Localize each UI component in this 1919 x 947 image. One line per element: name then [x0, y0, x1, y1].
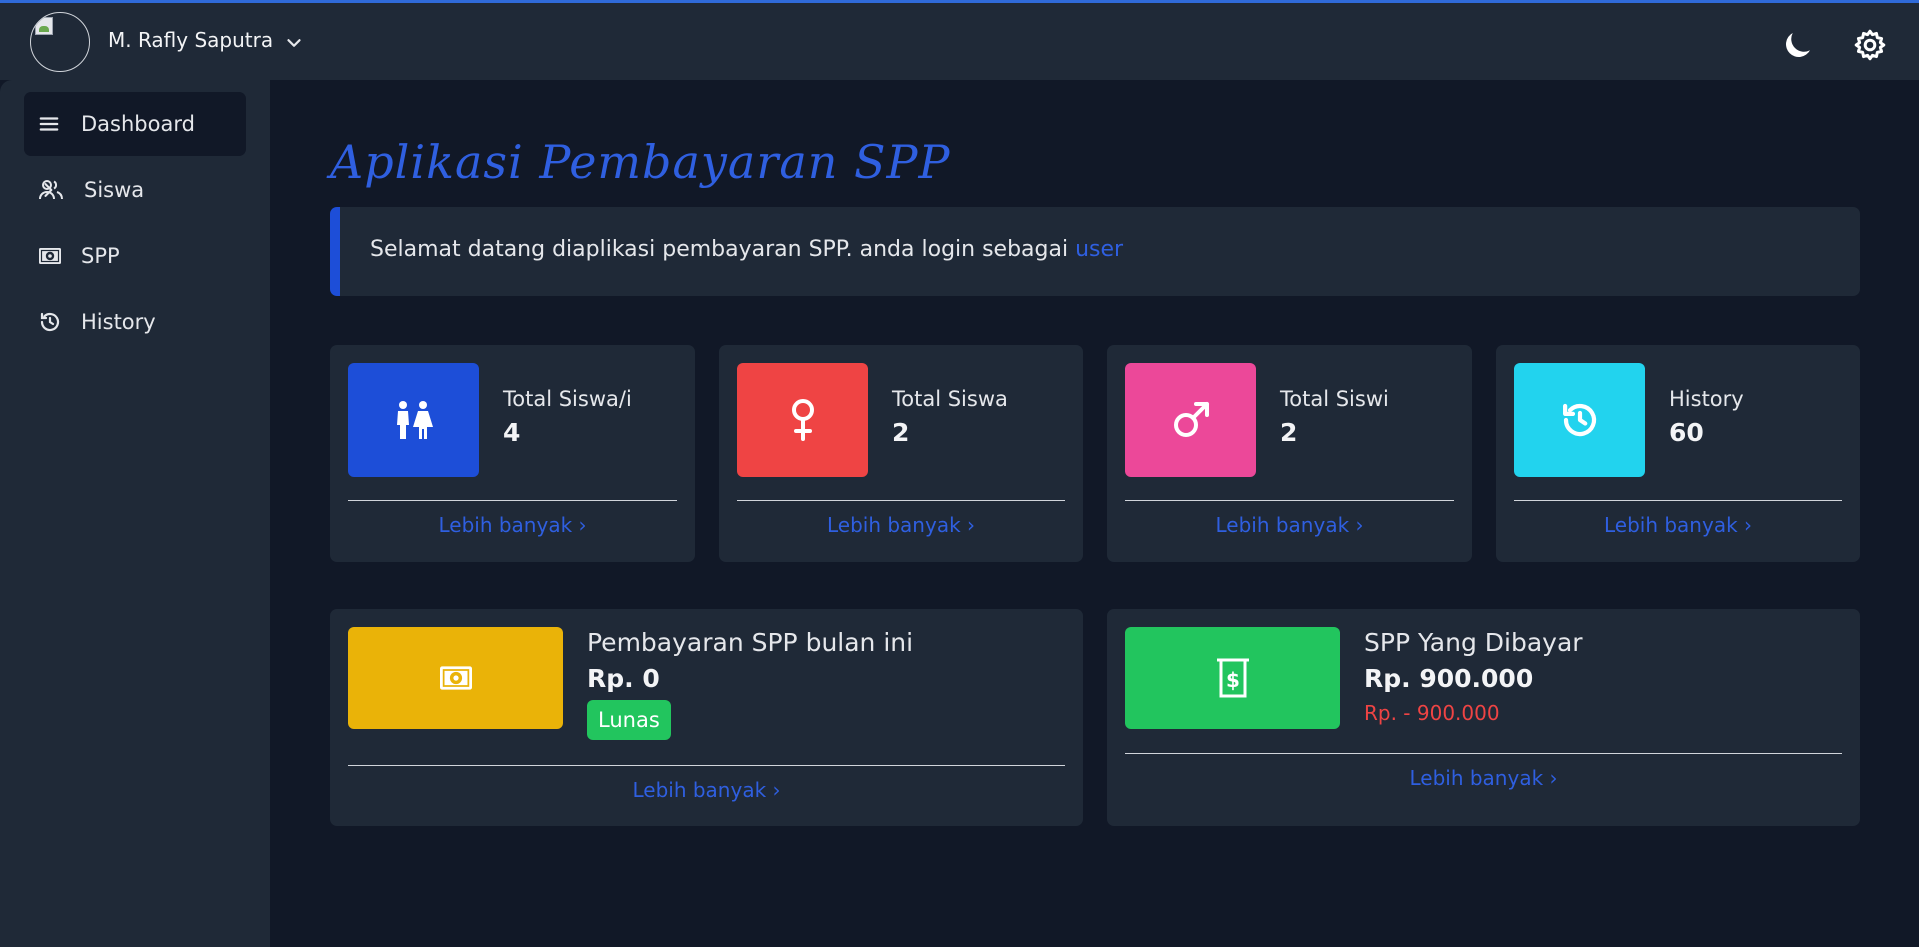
more-link[interactable]: Lebih banyak › [1496, 513, 1860, 537]
card-label: SPP Yang Dibayar [1364, 628, 1583, 657]
more-link[interactable]: Lebih banyak › [1107, 513, 1472, 537]
icon-box [348, 363, 479, 477]
icon-box [348, 627, 563, 729]
card-label: Pembayaran SPP bulan ini [587, 628, 914, 657]
card-value: Rp. 0 [587, 664, 660, 693]
card-sub-value: Rp. - 900.000 [1364, 701, 1500, 725]
icon-box [1514, 363, 1645, 477]
stat-card-total-siswa: Total Siswa 2 Lebih banyak › [719, 345, 1083, 562]
divider [348, 765, 1065, 766]
stat-value: 2 [892, 418, 910, 447]
money-icon [39, 248, 61, 264]
icon-box [737, 363, 868, 477]
more-link[interactable]: Lebih banyak › [330, 513, 695, 537]
stat-card-total-siswi: Total Siswi 2 Lebih banyak › [1107, 345, 1472, 562]
welcome-text: Selamat datang diaplikasi pembayaran SPP… [370, 237, 1123, 262]
divider [737, 500, 1065, 501]
stat-label: Total Siswi [1280, 387, 1389, 411]
restroom-icon [396, 401, 433, 439]
history-icon [40, 312, 60, 332]
stat-value: 2 [1280, 418, 1298, 447]
stat-label: Total Siswa [892, 387, 1008, 411]
female-icon [791, 399, 814, 441]
sidebar-item-dashboard[interactable]: Dashboard [24, 92, 246, 156]
sidebar-item-label: History [81, 310, 156, 334]
user-role: user [1075, 237, 1124, 262]
stat-label: Total Siswa/i [503, 387, 632, 411]
moon-icon[interactable] [1780, 27, 1816, 63]
money-icon [439, 666, 472, 690]
stat-card-history: History 60 Lebih banyak › [1496, 345, 1860, 562]
divider [348, 500, 677, 501]
stat-label: History [1669, 387, 1744, 411]
page-title: Aplikasi Pembayaran SPP [330, 135, 951, 189]
menu-icon [39, 117, 59, 131]
sidebar-item-history[interactable]: History [24, 290, 246, 354]
welcome-message: Selamat datang diaplikasi pembayaran SPP… [370, 237, 1076, 262]
welcome-alert: Selamat datang diaplikasi pembayaran SPP… [330, 207, 1860, 296]
avatar[interactable] [30, 12, 90, 72]
history-icon [1562, 403, 1596, 437]
sidebar-item-spp[interactable]: SPP [24, 224, 246, 288]
more-link[interactable]: Lebih banyak › [330, 778, 1083, 802]
icon-box [1125, 363, 1256, 477]
sidebar-item-label: SPP [81, 244, 120, 268]
gear-icon[interactable] [1852, 27, 1888, 63]
sidebar-item-label: Dashboard [81, 112, 195, 136]
card-pembayaran-bulan-ini: Pembayaran SPP bulan ini Rp. 0 Lunas Leb… [330, 609, 1083, 826]
stat-value: 4 [503, 418, 521, 447]
more-link[interactable]: Lebih banyak › [1107, 766, 1860, 790]
sidebar-item-siswa[interactable]: Siswa [24, 158, 246, 222]
top-header: M. Rafly Saputra [0, 3, 1919, 80]
chevron-right-icon [44, 183, 53, 197]
male-icon [1173, 402, 1209, 437]
card-spp-yang-dibayar: $ SPP Yang Dibayar Rp. 900.000 Rp. - 900… [1107, 609, 1860, 826]
sidebar-item-label: Siswa [84, 178, 145, 202]
user-name[interactable]: M. Rafly Saputra [108, 28, 273, 52]
stat-card-total-siswa-i: Total Siswa/i 4 Lebih banyak › [330, 345, 695, 562]
icon-box: $ [1125, 627, 1340, 729]
dollar-receipt-icon: $ [1216, 658, 1249, 698]
divider [1125, 753, 1842, 754]
divider [1514, 500, 1842, 501]
broken-image-icon [35, 17, 53, 35]
status-badge: Lunas [587, 700, 671, 740]
sidebar: Dashboard Siswa SPP History [0, 80, 270, 947]
card-value: Rp. 900.000 [1364, 664, 1534, 693]
chevron-down-icon[interactable] [283, 32, 305, 54]
stat-value: 60 [1669, 418, 1704, 447]
more-link[interactable]: Lebih banyak › [719, 513, 1083, 537]
divider [1125, 500, 1454, 501]
svg-text:$: $ [1226, 668, 1240, 692]
